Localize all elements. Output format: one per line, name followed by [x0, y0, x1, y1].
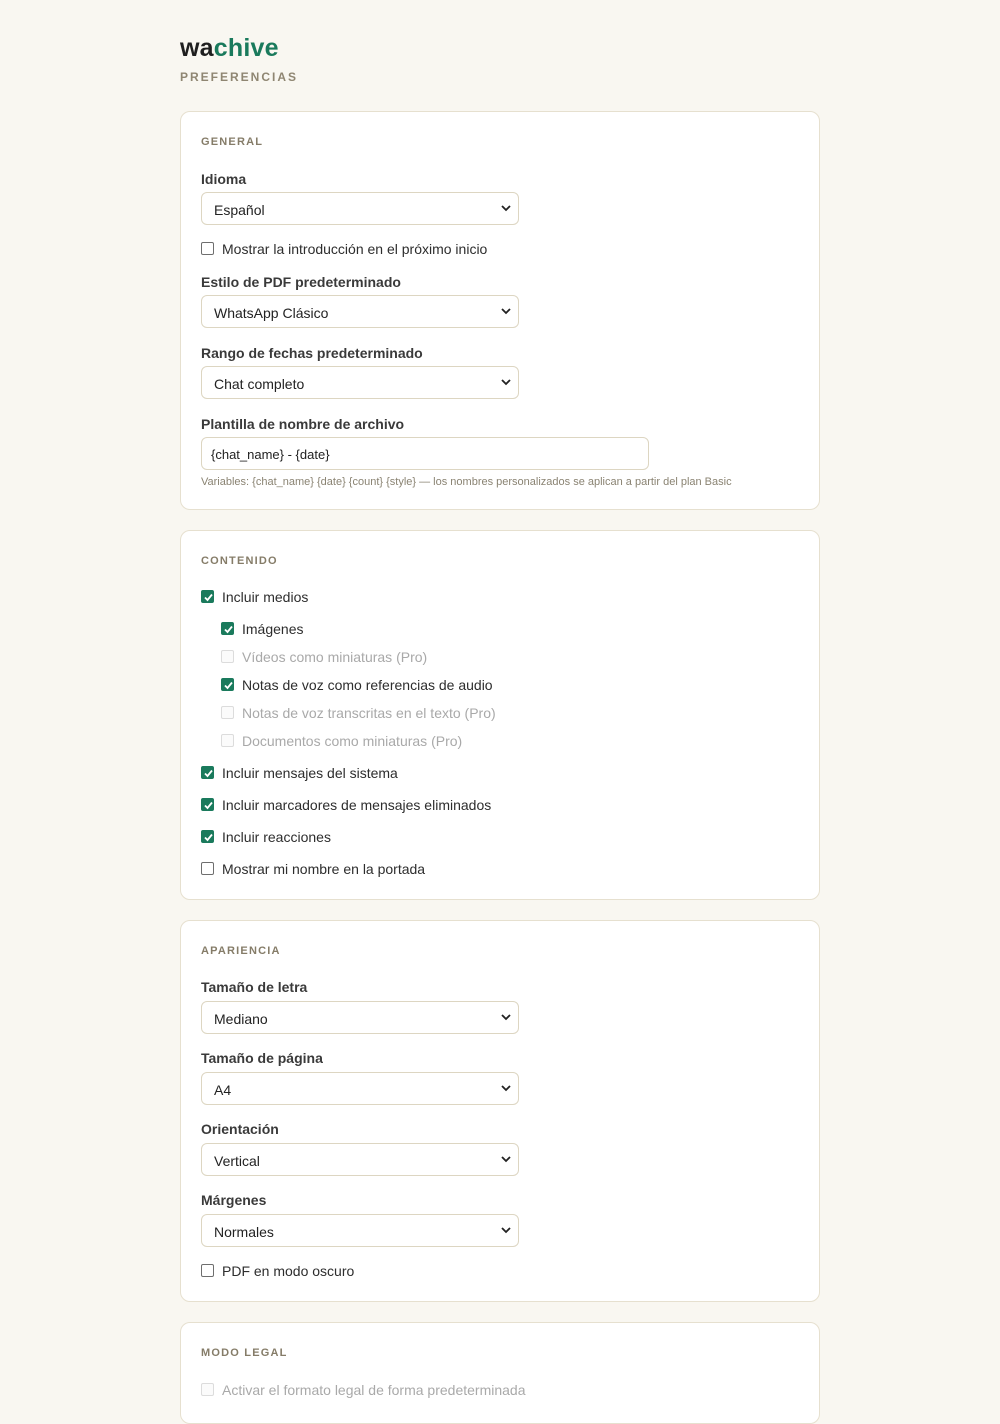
checkbox-box — [221, 706, 234, 719]
chevron-down-icon — [501, 1014, 511, 1021]
brand-logo-part2: chive — [213, 34, 279, 62]
section-title: MODO LEGAL — [201, 1347, 288, 1359]
general-section: GENERAL Idioma Español Mostrar la introd… — [180, 111, 820, 510]
page-size-select[interactable]: A4 — [201, 1072, 519, 1105]
brand-logo: wachive — [180, 34, 279, 63]
orientation-label: Orientación — [201, 1121, 279, 1137]
filename-template-hint: Variables: {chat_name} {date} {count} {s… — [201, 476, 732, 488]
checkbox-label: Documentos como miniaturas (Pro) — [242, 733, 463, 749]
checkbox-label: Notas de voz transcritas en el texto (Pr… — [242, 705, 496, 721]
checkbox-box — [221, 678, 234, 691]
checkbox-label: Incluir marcadores de mensajes eliminado… — [222, 797, 492, 813]
checkbox-box — [221, 650, 234, 663]
date-range-select[interactable]: Chat completo — [201, 366, 519, 399]
checkbox-box — [201, 1264, 214, 1277]
checkbox-label: PDF en modo oscuro — [222, 1263, 355, 1279]
filename-template-value: {chat_name} - {date} — [211, 447, 330, 462]
chevron-down-icon — [501, 1085, 511, 1092]
checkmark-icon — [204, 801, 213, 810]
chevron-down-icon — [501, 1156, 511, 1163]
language-select[interactable]: Español — [201, 192, 519, 225]
checkbox-box — [201, 830, 214, 843]
margins-label: Márgenes — [201, 1192, 267, 1208]
checkbox-box — [221, 734, 234, 747]
checkbox-label: Incluir reacciones — [222, 829, 331, 845]
font-size-select-value: Mediano — [214, 1011, 268, 1027]
checkbox-box — [201, 766, 214, 779]
checkbox-box — [201, 862, 214, 875]
font-size-select[interactable]: Mediano — [201, 1001, 519, 1034]
chevron-down-icon — [501, 308, 511, 315]
margins-select[interactable]: Normales — [201, 1214, 519, 1247]
pdf-style-select[interactable]: WhatsApp Clásico — [201, 295, 519, 328]
checkbox-box — [221, 622, 234, 635]
checkbox-label: Incluir mensajes del sistema — [222, 765, 398, 781]
checkmark-icon — [204, 769, 213, 778]
orientation-select[interactable]: Vertical — [201, 1143, 519, 1176]
checkbox-label: Activar el formato legal de forma predet… — [222, 1382, 526, 1398]
language-select-value: Español — [214, 202, 265, 218]
brand-logo-part1: wa — [180, 34, 214, 62]
checkbox-label: Mostrar mi nombre en la portada — [222, 861, 426, 877]
margins-select-value: Normales — [214, 1224, 274, 1240]
checkbox-box — [201, 590, 214, 603]
section-title: APARIENCIA — [201, 945, 281, 957]
chevron-down-icon — [501, 205, 511, 212]
page-title: PREFERENCIAS — [180, 70, 299, 84]
appearance-section: APARIENCIA Tamaño de letra Mediano Tamañ… — [180, 920, 820, 1302]
filename-template-label: Plantilla de nombre de archivo — [201, 416, 405, 432]
language-label: Idioma — [201, 171, 247, 187]
checkbox-box — [201, 242, 214, 255]
section-title: GENERAL — [201, 136, 264, 148]
checkmark-icon — [224, 681, 233, 690]
chevron-down-icon — [501, 379, 511, 386]
checkbox-label: Incluir medios — [222, 589, 309, 605]
date-range-label: Rango de fechas predeterminado — [201, 345, 423, 361]
orientation-select-value: Vertical — [214, 1153, 260, 1169]
page-size-select-value: A4 — [214, 1082, 232, 1098]
checkbox-label: Imágenes — [242, 621, 304, 637]
checkbox-box — [201, 1383, 214, 1396]
section-title: CONTENIDO — [201, 555, 278, 567]
checkmark-icon — [204, 833, 213, 842]
legal-mode-section: MODO LEGAL Activar el formato legal de f… — [180, 1322, 820, 1424]
page-size-label: Tamaño de página — [201, 1050, 323, 1066]
pdf-style-label: Estilo de PDF predeterminado — [201, 274, 401, 290]
checkbox-label: Notas de voz como referencias de audio — [242, 677, 493, 693]
checkmark-icon — [224, 625, 233, 634]
filename-template-input[interactable]: {chat_name} - {date} — [201, 437, 649, 470]
checkbox-label: Mostrar la introducción en el próximo in… — [222, 241, 488, 257]
pdf-style-select-value: WhatsApp Clásico — [214, 305, 329, 321]
checkmark-icon — [204, 593, 213, 602]
chevron-down-icon — [501, 1227, 511, 1234]
font-size-label: Tamaño de letra — [201, 979, 308, 995]
content-section: CONTENIDO Incluir medios Imágenes Vídeos… — [180, 530, 820, 900]
checkbox-box — [201, 798, 214, 811]
checkbox-label: Vídeos como miniaturas (Pro) — [242, 649, 428, 665]
date-range-select-value: Chat completo — [214, 376, 305, 392]
